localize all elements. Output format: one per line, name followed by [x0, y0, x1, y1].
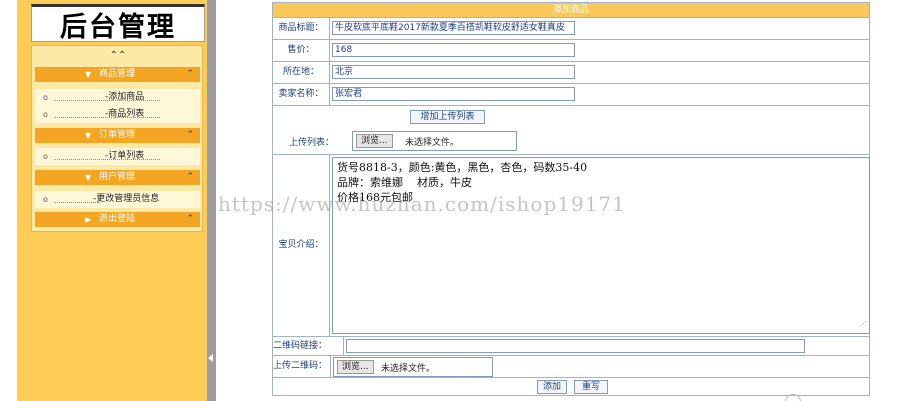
sidebar-group-label: 退出登陆 — [99, 214, 136, 224]
sidebar-item-label: -添加商品 — [105, 92, 145, 102]
qr-upload-label: 上传二维码： — [273, 356, 331, 377]
location-label: 所在地： — [273, 62, 330, 83]
sidebar-item-label: -订单列表 — [105, 151, 145, 161]
seller-input[interactable]: 张宏君 — [332, 87, 575, 101]
sidebar-item-label: -更改管理员信息 — [93, 194, 160, 204]
description-line: 货号8818-3，颜色:黄色，黑色，杏色，码数35-40 — [337, 161, 588, 174]
qr-link-row: 二维码链接： — [273, 336, 869, 355]
description-textarea[interactable]: 货号8818-3，颜色:黄色，黑色，杏色，码数35-40 品牌：索维娜 材质，牛… — [332, 157, 870, 334]
location-input[interactable]: 北京 — [332, 65, 575, 79]
chevron-up-icon: ⌃ — [186, 172, 194, 182]
bullet-icon: o — [43, 110, 48, 119]
seller-label: 卖家名称： — [273, 84, 330, 105]
collapse-arrow-icon[interactable] — [208, 354, 213, 362]
logo-text: 后台管理 — [60, 11, 176, 43]
qr-code-upload[interactable]: 浏览... 未选择文件。 — [333, 357, 493, 377]
chevron-up-icon: ⌃ — [186, 214, 194, 224]
price-label: 售价： — [273, 40, 330, 61]
qr-link-label: 二维码链接： — [273, 337, 344, 355]
sidebar-item-add-product[interactable]: o -添加商品 — [35, 89, 200, 106]
expand-triangle-icon: ▼ — [85, 131, 92, 140]
sidebar-group-logout[interactable]: ▶ 退出登陆 ⌃ — [35, 212, 200, 227]
seller-row: 卖家名称： 张宏君 — [273, 83, 869, 105]
add-upload-list-button[interactable]: 增加上传列表 — [410, 110, 485, 124]
watermark-text: https://www.huzhan.com/ishop19171 — [218, 192, 626, 216]
submit-button[interactable]: 添加 — [537, 380, 567, 394]
collapsed-triangle-icon: ▶ — [85, 215, 92, 224]
file-status-text: 未选择文件。 — [405, 138, 460, 148]
chevron-up-icon: ⌃ — [186, 130, 194, 140]
collapse-all-icon[interactable]: ⌃⌃ — [32, 49, 204, 63]
reset-button[interactable]: 重写 — [574, 380, 608, 394]
sidebar: 后台管理 ⌃⌃ ▼ 商品管理 ⌃ o -添加商品 o -商品列表 ▼ 订单管理 … — [17, 0, 207, 401]
sidebar-group-user-management[interactable]: ▼ 用户管理 ⌃ — [35, 170, 200, 185]
bullet-icon: o — [43, 152, 48, 161]
logo: 后台管理 — [31, 4, 205, 43]
upload-list-label: 上传列表： — [289, 138, 335, 148]
expand-triangle-icon: ▼ — [85, 173, 92, 182]
qr-link-input[interactable] — [346, 339, 805, 353]
title-label: 商品标题： — [273, 18, 330, 39]
sidebar-item-change-admin-info[interactable]: o -更改管理员信息 — [35, 191, 200, 208]
location-row: 所在地： 北京 — [273, 61, 869, 83]
price-row: 售价： 168 — [273, 39, 869, 61]
sidebar-group-label: 订单管理 — [99, 130, 136, 140]
expand-triangle-icon: ▼ — [85, 70, 92, 79]
upload-row: 增加上传列表 上传列表： 浏览... 未选择文件。 — [273, 105, 869, 154]
description-label: 宝贝介绍： — [273, 155, 330, 336]
sidebar-item-order-list[interactable]: o -订单列表 — [35, 148, 200, 165]
sidebar-group-order-management[interactable]: ▼ 订单管理 ⌃ — [35, 128, 200, 143]
sidebar-item-product-list[interactable]: o -商品列表 — [35, 106, 200, 123]
sidebar-item-label: -商品列表 — [105, 109, 145, 119]
bullet-icon: o — [43, 195, 48, 204]
browse-button[interactable]: 浏览... — [337, 360, 374, 374]
description-line: 品牌：索维娜 材质，牛皮 — [337, 176, 472, 189]
sidebar-toggle-bar[interactable] — [207, 0, 216, 401]
title-input[interactable]: 牛皮软底平底鞋2017新款夏季百搭凯鞋软皮舒适女鞋真皮 — [332, 21, 575, 35]
title-row: 商品标题： 牛皮软底平底鞋2017新款夏季百搭凯鞋软皮舒适女鞋真皮 — [273, 17, 869, 39]
panel-title: 添加商品 — [273, 3, 869, 17]
description-row: 宝贝介绍： 货号8818-3，颜色:黄色，黑色，杏色，码数35-40 品牌：索维… — [273, 154, 870, 336]
page-root: 后台管理 ⌃⌃ ▼ 商品管理 ⌃ o -添加商品 o -商品列表 ▼ 订单管理 … — [0, 0, 900, 401]
chevron-up-icon: ⌃ — [186, 69, 194, 79]
action-row: 添加 重写 — [273, 377, 869, 396]
qr-upload-row: 上传二维码： 浏览... 未选择文件。 — [273, 355, 869, 377]
bullet-icon: o — [43, 93, 48, 102]
product-image-upload[interactable]: 浏览... 未选择文件。 — [352, 131, 517, 151]
sidebar-group-product-management[interactable]: ▼ 商品管理 ⌃ — [35, 67, 200, 82]
sidebar-group-label: 商品管理 — [99, 69, 136, 79]
file-status-text: 未选择文件。 — [381, 364, 436, 374]
resize-grip-icon[interactable]: ⋰ — [860, 317, 867, 332]
price-input[interactable]: 168 — [332, 43, 575, 57]
sidebar-menu: ⌃⌃ ▼ 商品管理 ⌃ o -添加商品 o -商品列表 ▼ 订单管理 ⌃ o -… — [31, 45, 203, 232]
sidebar-group-label: 用户管理 — [99, 172, 136, 182]
browse-button[interactable]: 浏览... — [356, 134, 393, 148]
